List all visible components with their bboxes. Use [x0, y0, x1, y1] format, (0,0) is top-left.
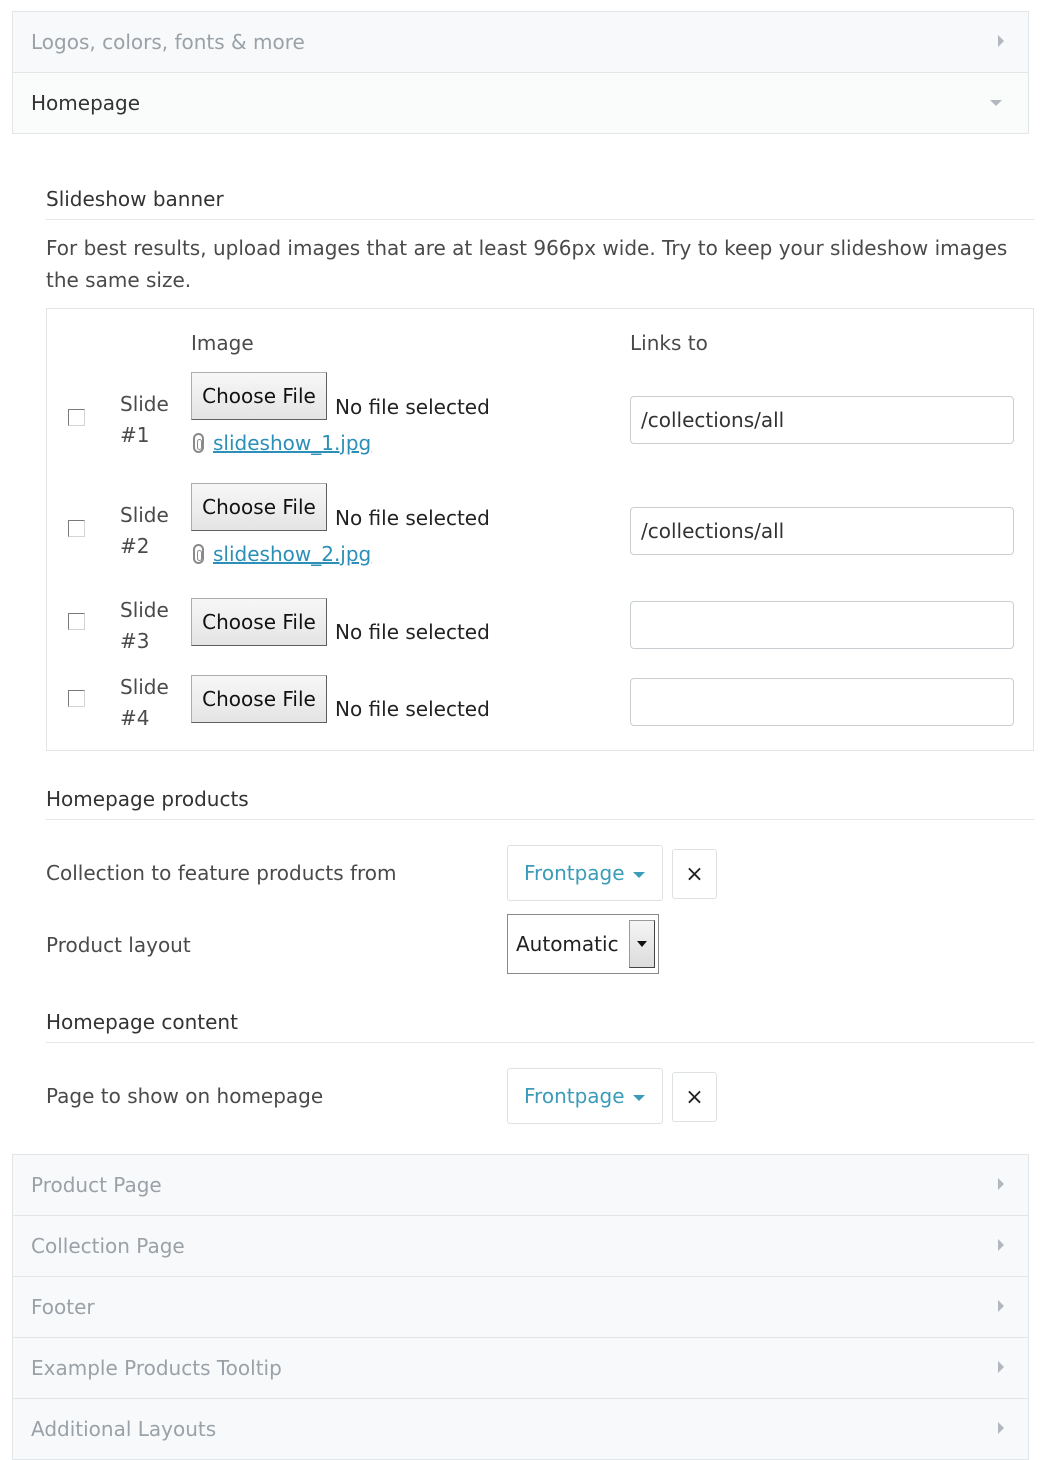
caret-down-icon [632, 1095, 645, 1101]
slide-4-link-input[interactable] [630, 678, 1014, 726]
accordion-additional-layouts[interactable]: Additional Layouts [12, 1398, 1029, 1460]
accordion-product-page[interactable]: Product Page [12, 1154, 1029, 1216]
accordion-label: Logos, colors, fonts & more [31, 30, 305, 54]
slide-1-no-file-text: No file selected [335, 395, 490, 419]
slide-2-no-file-text: No file selected [335, 506, 490, 530]
collection-picker-value: Frontpage [524, 861, 625, 885]
chevron-right-icon [998, 1361, 1004, 1373]
paperclip-icon [193, 433, 204, 453]
slide-4-checkbox[interactable] [68, 690, 85, 707]
product-layout-value: Automatic [516, 932, 619, 956]
accordion-label: Additional Layouts [31, 1417, 217, 1441]
chevron-right-icon [998, 35, 1004, 47]
slide-1-file-link[interactable]: slideshow_1.jpg [193, 431, 371, 455]
chevron-right-icon [998, 1178, 1004, 1190]
collection-clear-button[interactable]: × [672, 849, 717, 899]
close-icon: × [685, 861, 704, 887]
accordion-label: Footer [31, 1295, 95, 1319]
accordion-collection-page[interactable]: Collection Page [12, 1215, 1029, 1277]
caret-down-icon [632, 872, 645, 878]
accordion-label: Homepage [31, 91, 141, 115]
slide-2-choose-file-button[interactable]: Choose File [191, 483, 327, 531]
page-picker[interactable]: Frontpage [507, 1068, 663, 1124]
accordion-label: Example Products Tooltip [31, 1356, 282, 1380]
chevron-right-icon [998, 1300, 1004, 1312]
accordion-example-products-tooltip[interactable]: Example Products Tooltip [12, 1337, 1029, 1399]
slide-2-file-link[interactable]: slideshow_2.jpg [193, 542, 371, 566]
paperclip-icon [193, 544, 204, 564]
close-icon: × [685, 1084, 704, 1110]
slide-2-file-name[interactable]: slideshow_2.jpg [213, 542, 371, 566]
product-layout-label: Product layout [46, 933, 191, 957]
slide-4-no-file-text: No file selected [335, 697, 490, 721]
slides-table: Image Links to Slide #1 Choose File No f… [46, 308, 1034, 751]
collection-picker[interactable]: Frontpage [507, 845, 663, 901]
slide-4-choose-file-button[interactable]: Choose File [191, 675, 327, 723]
slide-3-checkbox[interactable] [68, 613, 85, 630]
page-picker-value: Frontpage [524, 1084, 625, 1108]
slide-1-choose-file-button[interactable]: Choose File [191, 372, 327, 420]
slide-2-link-input[interactable] [630, 507, 1014, 555]
product-layout-select[interactable]: Automatic [507, 914, 659, 974]
slide-3-link-input[interactable] [630, 601, 1014, 649]
page-clear-button[interactable]: × [672, 1072, 717, 1122]
slide-3-label: Slide #3 [120, 598, 169, 653]
slide-1-label: Slide #1 [120, 392, 169, 447]
chevron-right-icon [998, 1422, 1004, 1434]
section-title-slideshow: Slideshow banner [46, 187, 1034, 220]
slide-4-label: Slide #4 [120, 675, 169, 730]
page-to-show-label: Page to show on homepage [46, 1084, 324, 1108]
column-header-links-to: Links to [630, 331, 708, 355]
slide-1-link-input[interactable] [630, 396, 1014, 444]
accordion-logos-colors-fonts[interactable]: Logos, colors, fonts & more [12, 11, 1029, 73]
accordion-label: Collection Page [31, 1234, 185, 1258]
slide-2-label: Slide #2 [120, 503, 169, 558]
section-title-homepage-products: Homepage products [46, 787, 1034, 820]
slide-2-checkbox[interactable] [68, 520, 85, 537]
section-title-homepage-content: Homepage content [46, 1010, 1034, 1043]
slide-1-file-name[interactable]: slideshow_1.jpg [213, 431, 371, 455]
chevron-down-icon [990, 100, 1002, 106]
accordion-label: Product Page [31, 1173, 162, 1197]
slide-3-no-file-text: No file selected [335, 620, 490, 644]
slide-1-checkbox[interactable] [68, 409, 85, 426]
dropdown-arrow-icon [629, 920, 655, 968]
collection-label: Collection to feature products from [46, 861, 397, 885]
column-header-image: Image [191, 331, 254, 355]
accordion-footer[interactable]: Footer [12, 1276, 1029, 1338]
accordion-homepage[interactable]: Homepage [12, 72, 1029, 134]
slideshow-help-text: For best results, upload images that are… [46, 236, 1008, 292]
chevron-right-icon [998, 1239, 1004, 1251]
slide-3-choose-file-button[interactable]: Choose File [191, 598, 327, 646]
